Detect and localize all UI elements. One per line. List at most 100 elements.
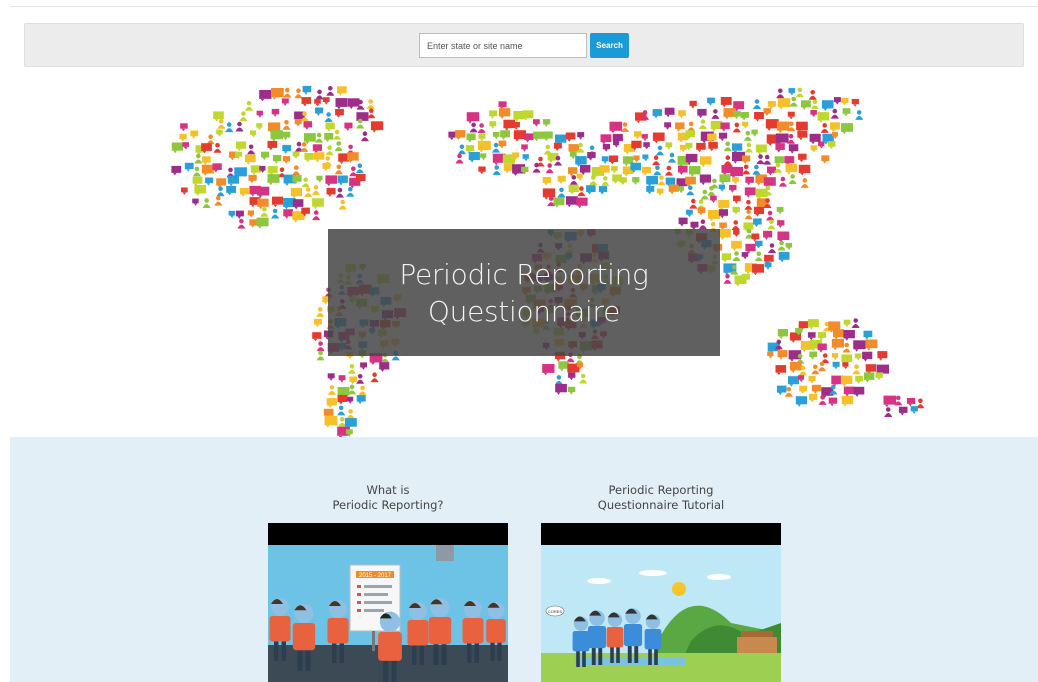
speech-bubble-icon [678,165,688,173]
speech-bubble-icon [477,140,491,151]
speech-bubble-tail [348,160,353,163]
speech-bubble-icon [245,154,256,163]
speech-bubble-tail [340,380,344,383]
speech-bubble-tail [813,391,817,394]
speech-bubble-tail [679,140,683,143]
speech-bubble-tail [830,403,834,407]
speech-bubble-tail [325,139,330,142]
speech-bubble-icon [854,353,862,359]
speech-bubble-tail [855,394,859,397]
speech-bubble-icon [822,100,834,109]
speech-bubble-tail [468,121,472,124]
speech-bubble-tail [283,137,288,141]
speech-bubble-icon [553,142,562,149]
speech-bubble-tail [679,115,684,119]
speech-bubble-icon [478,133,486,139]
speech-bubble-tail [181,128,186,132]
speech-bubble-tail [809,327,813,330]
person-icon [689,198,698,209]
speech-bubble-icon [755,240,763,246]
speech-bubble-tail [371,362,375,365]
speech-bubble-icon [696,142,706,150]
search-input[interactable] [419,33,587,58]
speech-bubble-tail [269,182,273,186]
speech-bubble-tail [681,149,685,153]
speech-bubble-icon [641,134,648,139]
speech-bubble-tail [743,126,748,129]
speech-bubble-icon [292,151,300,157]
speech-bubble-icon [843,319,851,325]
person-icon [789,96,798,107]
speech-bubble-icon [632,177,640,183]
speech-bubble-tail [647,191,652,195]
page: Search Periodic Reporting Questionnaire … [10,6,1038,682]
speech-bubble-tail [787,247,791,250]
person-icon [744,199,753,210]
speech-bubble-icon [756,144,767,153]
speech-bubble-tail [865,337,869,340]
speech-bubble-icon [840,123,853,132]
speech-bubble-icon [795,327,803,333]
speech-bubble-tail [479,150,483,153]
speech-bubble-tail [725,116,729,120]
speech-bubble-icon [877,351,888,359]
person-icon [192,166,201,177]
speech-bubble-tail [789,384,793,387]
speech-bubble-tail [732,248,737,251]
speech-bubble-icon [577,132,585,138]
speech-bubble-tail [776,150,781,153]
video-thumbnail-tutorial[interactable]: CORES [541,523,781,682]
speech-bubble-tail [513,173,518,176]
speech-bubble-tail [186,169,190,172]
speech-bubble-tail [587,192,592,195]
speech-bubble-icon [256,110,263,116]
person-icon [202,198,211,208]
hero-title: Periodic Reporting Questionnaire [399,257,649,328]
speech-bubble-icon [602,144,611,150]
speech-bubble-icon [720,97,732,105]
speech-bubble-icon [795,396,808,405]
person-icon [884,407,893,417]
speech-bubble-tail [250,194,255,197]
speech-bubble-icon [337,175,348,183]
speech-bubble-icon [641,166,651,174]
speech-bubble-tail [514,127,518,130]
speech-bubble-icon [182,142,189,147]
speech-bubble-icon [558,361,569,369]
speech-bubble-icon [292,175,302,182]
speech-bubble-tail [667,147,671,150]
speech-bubble-icon [840,375,853,384]
speech-bubble-tail [578,178,582,181]
video-card-what-is[interactable]: What is Periodic Reporting? 2015 - 2017 [268,483,508,682]
speech-bubble-tail [697,149,702,153]
speech-bubble-tail [730,190,735,193]
speech-bubble-icon [348,98,360,107]
speech-bubble-icon [344,122,353,129]
speech-bubble-icon [542,364,555,373]
speech-bubble-tail [679,172,683,175]
search-button[interactable]: Search [590,33,629,58]
speech-bubble-icon [312,198,324,207]
speech-bubble-icon [282,131,291,138]
speech-bubble-tail [251,204,255,208]
speech-bubble-tail [258,115,262,118]
video-card-tutorial[interactable]: Periodic Reporting Questionnaire Tutoria… [541,483,781,682]
speech-bubble-tail [328,405,332,408]
speech-bubble-tail [230,157,234,161]
speech-bubble-icon [910,406,918,412]
speech-bubble-icon [312,144,322,151]
speech-bubble-icon [542,119,551,125]
speech-bubble-tail [709,148,714,152]
speech-bubble-tail [779,336,783,339]
speech-bubble-icon [678,217,688,225]
speech-bubble-tail [633,182,638,185]
speech-bubble-tail [338,93,342,96]
speech-bubble-icon [798,153,807,160]
speech-bubble-icon [587,152,596,159]
person-icon [217,118,226,129]
speech-bubble-icon [765,119,779,129]
person-icon [194,153,203,164]
speech-bubble-tail [754,224,759,227]
speech-bubble-tail [229,183,233,187]
video-thumbnail-what-is[interactable]: 2015 - 2017 [268,523,508,682]
